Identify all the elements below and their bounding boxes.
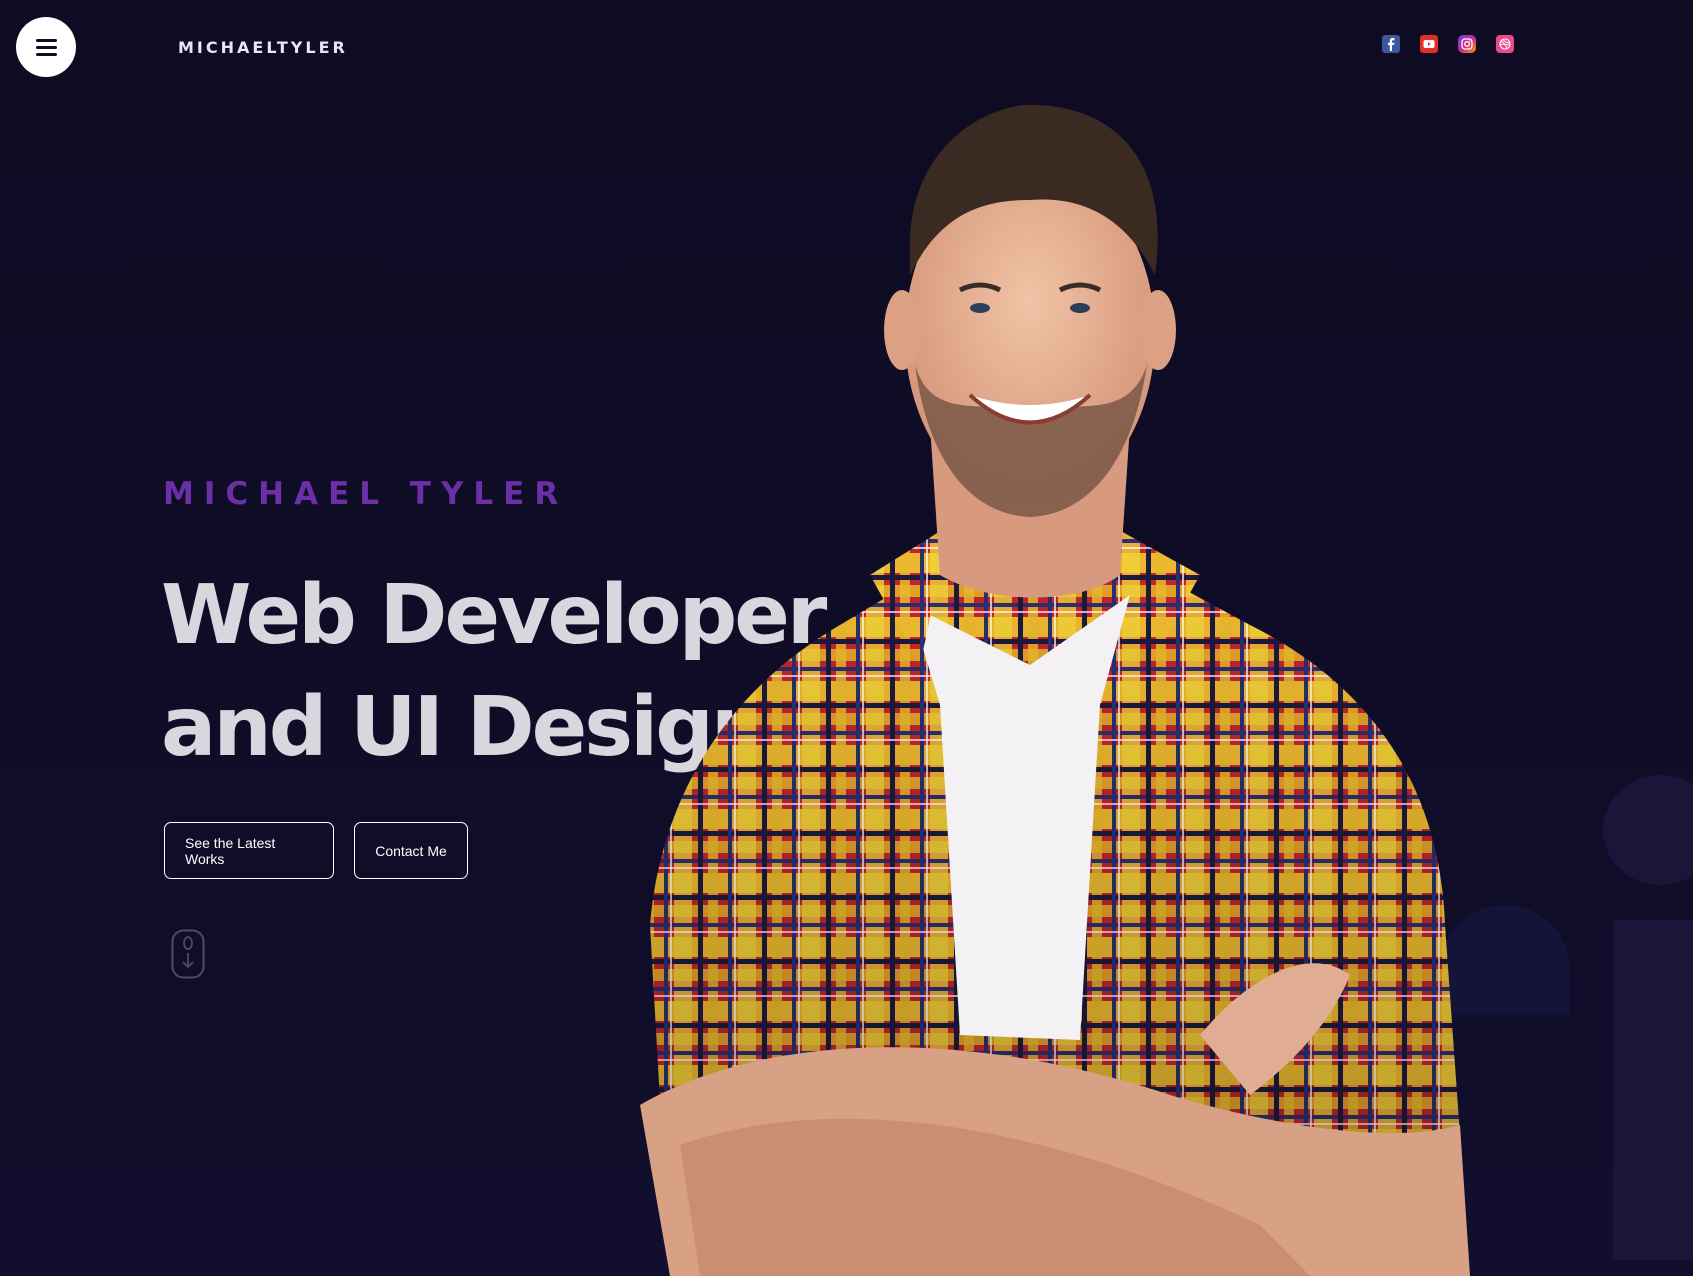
- mouse-scroll-icon[interactable]: [171, 929, 205, 979]
- facebook-icon[interactable]: [1382, 35, 1400, 53]
- see-latest-works-button[interactable]: See the Latest Works: [164, 822, 334, 879]
- hamburger-menu-icon: [35, 39, 57, 56]
- social-links: [1382, 35, 1514, 53]
- youtube-icon[interactable]: [1420, 35, 1438, 53]
- site-logo[interactable]: MICHAELTYLER: [178, 38, 348, 57]
- menu-button[interactable]: [16, 17, 76, 77]
- background-ghost-letter-i-stem: [1613, 920, 1693, 1260]
- dribbble-icon[interactable]: [1496, 35, 1514, 53]
- instagram-icon[interactable]: [1458, 35, 1476, 53]
- hero-eyebrow-name: MICHAEL TYLER: [163, 476, 569, 512]
- portrait-image: [640, 105, 1470, 1276]
- contact-me-button[interactable]: Contact Me: [354, 822, 468, 879]
- hero-buttons: See the Latest Works Contact Me: [164, 822, 468, 879]
